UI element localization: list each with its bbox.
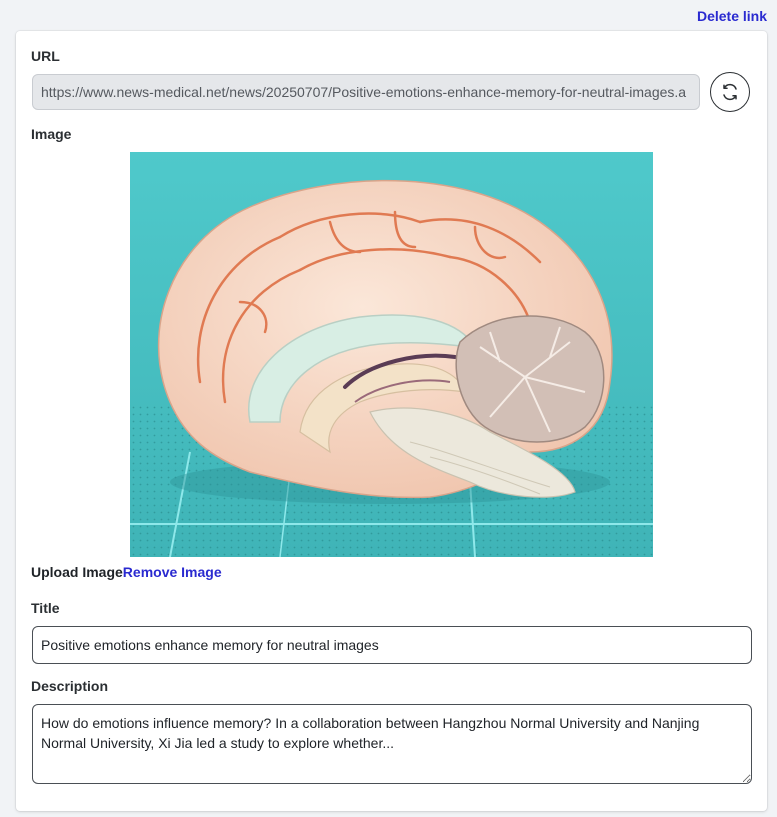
description-label: Description xyxy=(31,678,109,694)
description-textarea[interactable]: How do emotions influence memory? In a c… xyxy=(32,704,752,784)
image-actions: Upload ImageRemove Image xyxy=(31,564,222,580)
title-label: Title xyxy=(31,600,60,616)
refresh-icon xyxy=(723,83,737,101)
delete-link[interactable]: Delete link xyxy=(697,8,767,24)
url-input[interactable] xyxy=(32,74,700,110)
refresh-button[interactable] xyxy=(710,72,750,112)
image-label: Image xyxy=(31,126,72,142)
remove-image-link[interactable]: Remove Image xyxy=(123,564,222,580)
title-input[interactable] xyxy=(32,626,752,664)
preview-image xyxy=(130,152,653,557)
url-label: URL xyxy=(31,48,60,64)
upload-image-label[interactable]: Upload Image xyxy=(31,564,123,580)
link-editor-card: URL Image xyxy=(16,31,767,811)
